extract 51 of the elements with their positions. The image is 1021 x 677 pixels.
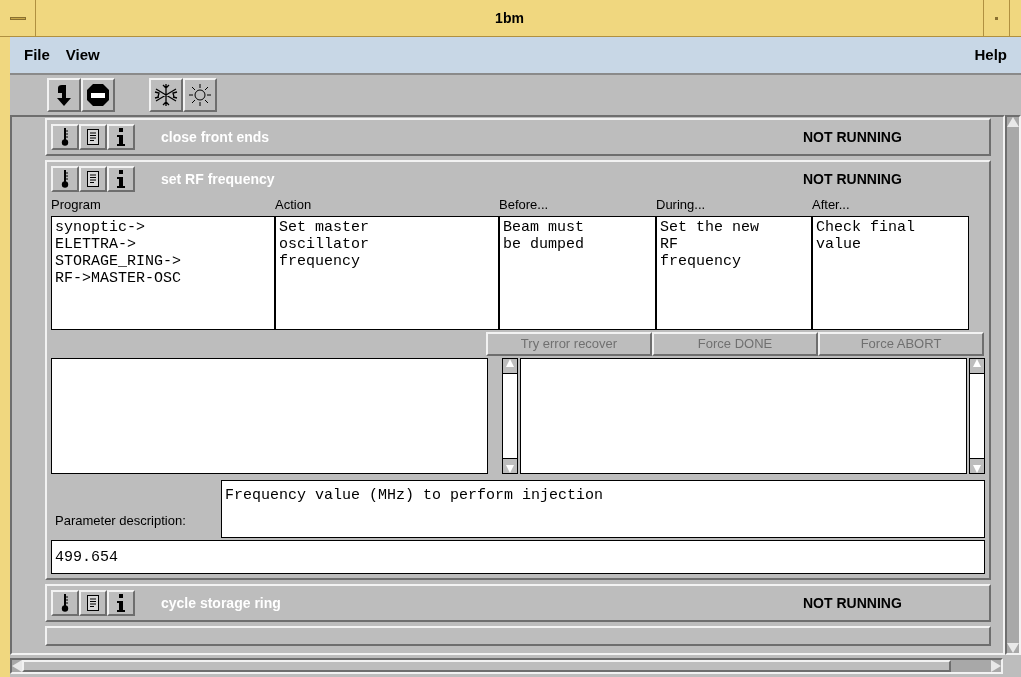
document-icon (87, 595, 99, 611)
step-name: cycle storage ring (161, 593, 282, 613)
arrow-down-icon (54, 83, 74, 107)
document-button[interactable] (79, 590, 107, 616)
thermometer-icon (60, 594, 70, 612)
info-button[interactable] (107, 166, 135, 192)
sun-icon (188, 83, 212, 107)
column-header: Before... (499, 196, 550, 214)
toolbar-button[interactable] (81, 78, 115, 112)
step-name: close front ends (161, 127, 271, 147)
step-status: NOT RUNNING (803, 127, 902, 147)
toolbar-button[interactable] (47, 78, 81, 112)
text-field[interactable]: synoptic-> ELETTRA-> STORAGE_RING-> RF->MASTER-OSC (51, 216, 275, 330)
thermometer-icon (60, 128, 70, 146)
step-status: NOT RUNNING (803, 593, 902, 613)
menu-item[interactable]: Help (974, 43, 1007, 67)
column-header: Program (51, 196, 102, 214)
log-text-area[interactable] (519, 358, 967, 474)
parameter-label: Parameter description: (54, 511, 187, 530)
document-button[interactable] (79, 166, 107, 192)
text-field[interactable]: Beam must be dumped (499, 216, 656, 330)
parameter-value-field[interactable]: 499.654 (51, 540, 985, 574)
thermometer-button[interactable] (51, 166, 79, 192)
document-icon (87, 171, 99, 187)
toolbar-button[interactable] (183, 78, 217, 112)
output-text-area[interactable] (51, 358, 488, 474)
info-button[interactable] (107, 124, 135, 150)
info-icon (116, 594, 126, 612)
info-icon (116, 128, 126, 146)
column-header: During... (656, 196, 707, 214)
document-icon (87, 129, 99, 145)
thermometer-button[interactable] (51, 590, 79, 616)
parameter-description-field[interactable]: Frequency value (MHz) to perform injection (221, 480, 985, 538)
text-field[interactable]: Check final value (812, 216, 969, 330)
step-status: NOT RUNNING (803, 169, 902, 189)
menu-item[interactable]: File (24, 43, 50, 67)
step-name: set RF frequency (161, 169, 276, 189)
menu-item[interactable]: View (65, 43, 100, 67)
thermometer-icon (60, 170, 70, 188)
info-button[interactable] (107, 590, 135, 616)
text-field[interactable]: Set the new RF frequency (656, 216, 812, 330)
thermometer-button[interactable] (51, 124, 79, 150)
toolbar-button[interactable] (149, 78, 183, 112)
column-header: After... (812, 196, 851, 214)
text-field[interactable]: Set master oscillator frequency (275, 216, 499, 330)
snowflake-icon (154, 83, 178, 107)
info-icon (116, 170, 126, 188)
stop-icon (86, 83, 110, 107)
document-button[interactable] (79, 124, 107, 150)
window-title: 1bm (494, 8, 525, 28)
column-header: Action (275, 196, 313, 214)
